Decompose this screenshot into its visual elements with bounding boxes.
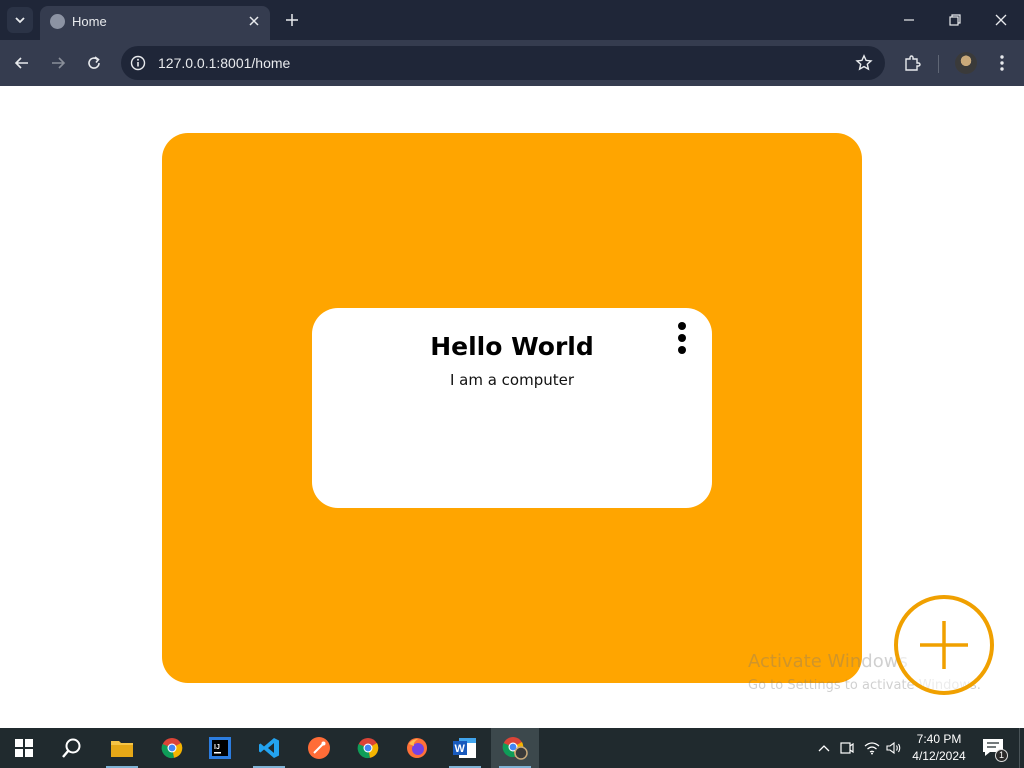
site-info-icon[interactable] bbox=[129, 54, 147, 72]
taskbar-chrome-profile[interactable] bbox=[491, 728, 539, 768]
taskbar-firefox[interactable] bbox=[393, 728, 441, 768]
tab-close-button[interactable] bbox=[246, 13, 262, 29]
postman-icon bbox=[308, 737, 330, 759]
arrow-right-icon bbox=[52, 57, 66, 69]
hello-card[interactable]: Hello World I am a computer bbox=[312, 308, 712, 508]
more-vertical-icon bbox=[678, 322, 686, 330]
chrome-icon bbox=[161, 738, 183, 759]
close-window-button[interactable] bbox=[989, 8, 1013, 32]
taskbar-word[interactable]: W bbox=[441, 728, 489, 768]
minimize-button[interactable] bbox=[897, 8, 921, 32]
notification-center-button[interactable]: 1 bbox=[982, 738, 1008, 762]
profile-avatar[interactable] bbox=[955, 52, 977, 74]
card-subtitle: I am a computer bbox=[449, 371, 575, 389]
clock-time: 7:40 PM bbox=[916, 732, 962, 746]
close-icon bbox=[995, 14, 1007, 26]
tab-home[interactable]: Home bbox=[40, 6, 270, 40]
plus-icon bbox=[920, 621, 968, 669]
meet-now-icon[interactable] bbox=[837, 738, 857, 758]
more-vertical-icon bbox=[1000, 55, 1004, 71]
back-button[interactable] bbox=[10, 51, 34, 75]
tab-title: Home bbox=[72, 14, 107, 29]
chevron-down-icon bbox=[15, 17, 25, 24]
reload-button[interactable] bbox=[82, 51, 106, 75]
wifi-icon[interactable] bbox=[862, 738, 882, 758]
taskbar-file-explorer[interactable] bbox=[98, 728, 146, 768]
globe-icon bbox=[50, 14, 65, 29]
browser-menu-button[interactable] bbox=[990, 51, 1014, 75]
show-desktop-button[interactable] bbox=[1019, 728, 1024, 768]
chrome-profile-icon bbox=[502, 737, 528, 760]
toolbar-divider bbox=[938, 55, 939, 73]
reload-icon bbox=[88, 56, 100, 69]
vscode-icon bbox=[259, 738, 279, 758]
windows-logo-icon bbox=[15, 739, 33, 757]
taskbar-clock[interactable]: 7:40 PM 4/12/2024 bbox=[904, 731, 974, 765]
word-icon: W bbox=[453, 738, 476, 758]
chevron-up-icon bbox=[818, 745, 830, 752]
page-viewport: Hello World I am a computer Activate Win… bbox=[0, 86, 1024, 728]
windows-taskbar: IJ W 7:40 PM 4/12/2024 1 bbox=[0, 728, 1024, 768]
search-button[interactable] bbox=[48, 728, 96, 768]
close-icon bbox=[249, 16, 259, 26]
taskbar-postman[interactable] bbox=[295, 728, 343, 768]
restore-button[interactable] bbox=[943, 8, 967, 32]
svg-text:IJ: IJ bbox=[214, 744, 220, 751]
bookmark-star-icon[interactable] bbox=[855, 54, 873, 72]
new-tab-button[interactable] bbox=[282, 10, 302, 30]
taskbar-vscode[interactable] bbox=[245, 728, 293, 768]
taskbar-chrome-2[interactable] bbox=[344, 728, 392, 768]
search-icon bbox=[62, 738, 81, 758]
folder-icon bbox=[111, 741, 133, 757]
url-text[interactable]: 127.0.0.1:8001/home bbox=[158, 55, 290, 71]
arrow-left-icon bbox=[14, 57, 28, 69]
add-button[interactable] bbox=[894, 595, 994, 695]
start-button[interactable] bbox=[0, 728, 48, 768]
taskbar-chrome-1[interactable] bbox=[148, 728, 196, 768]
intellij-icon: IJ bbox=[209, 737, 231, 759]
clock-date: 4/12/2024 bbox=[912, 749, 966, 763]
taskbar-intellij[interactable]: IJ bbox=[196, 728, 244, 768]
restore-icon bbox=[949, 14, 961, 26]
extensions-button[interactable] bbox=[900, 51, 924, 75]
card-title: Hello World bbox=[430, 332, 594, 361]
forward-button[interactable] bbox=[46, 51, 70, 75]
browser-toolbar: 127.0.0.1:8001/home bbox=[0, 40, 1024, 86]
show-hidden-icons-button[interactable] bbox=[814, 738, 834, 758]
browser-tab-strip: Home bbox=[0, 0, 1024, 40]
plus-icon bbox=[286, 14, 298, 26]
puzzle-icon bbox=[905, 55, 921, 71]
card-menu-button[interactable] bbox=[672, 320, 692, 356]
minimize-icon bbox=[904, 19, 914, 21]
orange-panel: Hello World I am a computer bbox=[162, 133, 862, 683]
svg-text:W: W bbox=[455, 743, 466, 755]
notification-count-badge: 1 bbox=[995, 749, 1008, 762]
firefox-icon bbox=[407, 738, 427, 758]
volume-icon[interactable] bbox=[884, 738, 904, 758]
tab-search-button[interactable] bbox=[7, 7, 33, 33]
address-bar[interactable]: 127.0.0.1:8001/home bbox=[121, 46, 885, 80]
chrome-icon bbox=[357, 738, 379, 759]
